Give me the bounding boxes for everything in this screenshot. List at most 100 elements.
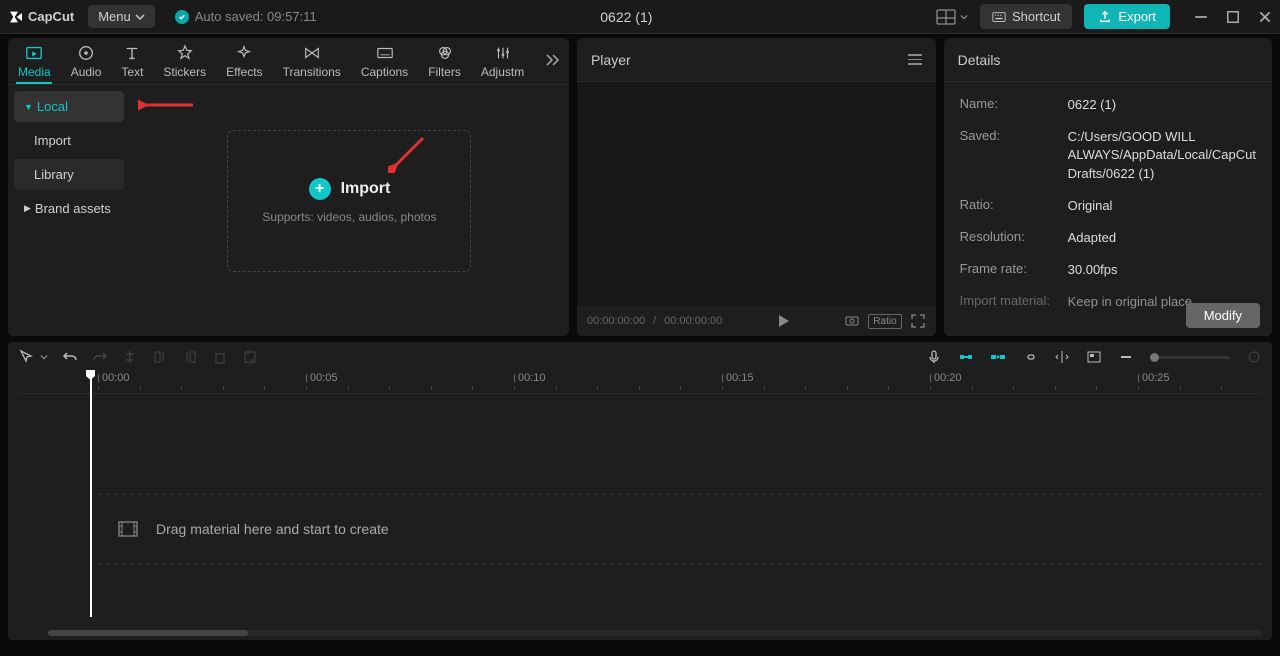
split-icon [122, 349, 138, 365]
menu-button[interactable]: Menu [88, 5, 155, 28]
keyboard-icon [992, 10, 1006, 24]
time-total: 00:00:00:00 [664, 315, 722, 327]
timeline-scrollbar[interactable] [48, 630, 1262, 636]
shortcut-button[interactable]: Shortcut [980, 4, 1072, 29]
timeline-ruler[interactable]: 00:00 00:05 00:10 00:15 00:20 00:25 [18, 372, 1262, 394]
sidebar-item-brand-assets[interactable]: ▶ Brand assets [14, 193, 124, 224]
modify-button[interactable]: Modify [1186, 303, 1260, 328]
titlebar: CapCut Menu Auto saved: 09:57:11 0622 (1… [0, 0, 1280, 34]
tab-media[interactable]: Media [8, 38, 61, 84]
tab-filters[interactable]: Filters [418, 38, 471, 84]
sidebar-item-library[interactable]: Library [14, 159, 124, 190]
import-dropzone[interactable]: + Import Supports: videos, audios, photo… [227, 130, 471, 272]
link-track-icon[interactable] [990, 349, 1006, 365]
tab-stickers[interactable]: Stickers [153, 38, 216, 84]
details-panel: Details Name: 0622 (1) Saved: C:/Users/G… [944, 38, 1272, 336]
media-icon [25, 44, 43, 62]
more-tabs-button[interactable] [534, 53, 569, 70]
layout-icon[interactable] [936, 9, 956, 25]
media-content: + Import Supports: videos, audios, photo… [130, 85, 569, 336]
zoom-slider[interactable] [1150, 356, 1230, 359]
details-title: Details [958, 52, 1001, 68]
detail-row-resolution: Resolution: Adapted [960, 229, 1256, 247]
check-icon [175, 10, 189, 24]
play-icon[interactable] [775, 313, 791, 329]
crop-icon [242, 349, 258, 365]
minimize-icon[interactable] [1194, 10, 1208, 24]
export-icon [1098, 10, 1112, 24]
stickers-icon [176, 44, 194, 62]
drag-hint: Drag material here and start to create [156, 521, 389, 537]
undo-icon[interactable] [62, 349, 78, 365]
chevron-right-double-icon [544, 53, 560, 67]
close-icon[interactable] [1258, 10, 1272, 24]
fullscreen-icon[interactable] [910, 313, 926, 329]
detail-row-framerate: Frame rate: 30.00fps [960, 261, 1256, 279]
project-title: 0622 (1) [317, 9, 936, 25]
tab-transitions[interactable]: Transitions [273, 38, 351, 84]
tab-effects[interactable]: Effects [216, 38, 272, 84]
autosave-status: Auto saved: 09:57:11 [175, 9, 317, 24]
caret-down-icon: ▼ [24, 102, 33, 112]
export-button[interactable]: Export [1084, 4, 1170, 29]
detail-row-saved: Saved: C:/Users/GOOD WILL ALWAYS/AppData… [960, 128, 1256, 183]
preview-axis-icon[interactable] [1054, 349, 1070, 365]
detail-row-ratio: Ratio: Original [960, 197, 1256, 215]
redo-icon [92, 349, 108, 365]
import-label: Import [341, 180, 391, 198]
annotation-arrow-1 [138, 95, 198, 115]
media-tabs: Media Audio Text Stickers Effects Transi… [8, 38, 569, 85]
detail-row-name: Name: 0622 (1) [960, 96, 1256, 114]
captions-icon [376, 44, 394, 62]
cursor-icon[interactable] [18, 349, 34, 365]
delete-icon [212, 349, 228, 365]
media-panel: Media Audio Text Stickers Effects Transi… [8, 38, 569, 336]
cover-icon[interactable] [1086, 349, 1102, 365]
capcut-logo-icon [8, 9, 24, 25]
film-icon [118, 521, 138, 537]
transitions-icon [303, 44, 321, 62]
app-logo: CapCut [8, 9, 74, 25]
audio-icon [77, 44, 95, 62]
frame-icon[interactable] [844, 313, 860, 329]
chevron-down-icon[interactable] [960, 13, 968, 21]
player-menu-icon[interactable] [908, 54, 922, 65]
chevron-down-icon [135, 12, 145, 22]
text-icon [123, 44, 141, 62]
player-title: Player [591, 52, 631, 68]
time-current: 00:00:00:00 [587, 315, 645, 327]
effects-icon [235, 44, 253, 62]
trim-right-icon [182, 349, 198, 365]
player-panel: Player 00:00:00:00 / 00:00:00:00 Ratio [577, 38, 936, 336]
chain-icon[interactable] [1022, 349, 1038, 365]
sidebar-item-local[interactable]: ▼ Local [14, 91, 124, 122]
mic-icon[interactable] [926, 349, 942, 365]
trim-left-icon [152, 349, 168, 365]
zoom-out-icon[interactable] [1118, 349, 1134, 365]
caret-right-icon: ▶ [24, 203, 31, 214]
media-sidebar: ▼ Local Import Library ▶ Brand assets [8, 85, 130, 336]
track-dropzone[interactable]: Drag material here and start to create [98, 494, 1262, 564]
maximize-icon[interactable] [1226, 10, 1240, 24]
chevron-down-icon[interactable] [40, 353, 48, 361]
player-controls: 00:00:00:00 / 00:00:00:00 Ratio [577, 306, 936, 336]
adjustment-icon [494, 44, 512, 62]
plus-icon: + [309, 178, 331, 200]
timeline-toolbar [8, 342, 1272, 372]
tab-captions[interactable]: Captions [351, 38, 418, 84]
tab-adjustment[interactable]: Adjustm [471, 38, 534, 84]
tab-audio[interactable]: Audio [61, 38, 112, 84]
tab-text[interactable]: Text [111, 38, 153, 84]
ratio-button[interactable]: Ratio [868, 314, 901, 329]
zoom-in-icon[interactable] [1246, 349, 1262, 365]
sidebar-item-import[interactable]: Import [14, 125, 124, 156]
minor-ticks [18, 372, 1262, 393]
timeline: 00:00 00:05 00:10 00:15 00:20 00:25 Drag… [8, 372, 1272, 640]
filters-icon [436, 44, 454, 62]
import-subtitle: Supports: videos, audios, photos [262, 210, 436, 224]
logo-text: CapCut [28, 9, 74, 24]
details-body: Name: 0622 (1) Saved: C:/Users/GOOD WILL… [944, 82, 1272, 336]
window-controls [1194, 10, 1272, 24]
playhead[interactable] [90, 372, 92, 617]
magnet-icon[interactable] [958, 349, 974, 365]
